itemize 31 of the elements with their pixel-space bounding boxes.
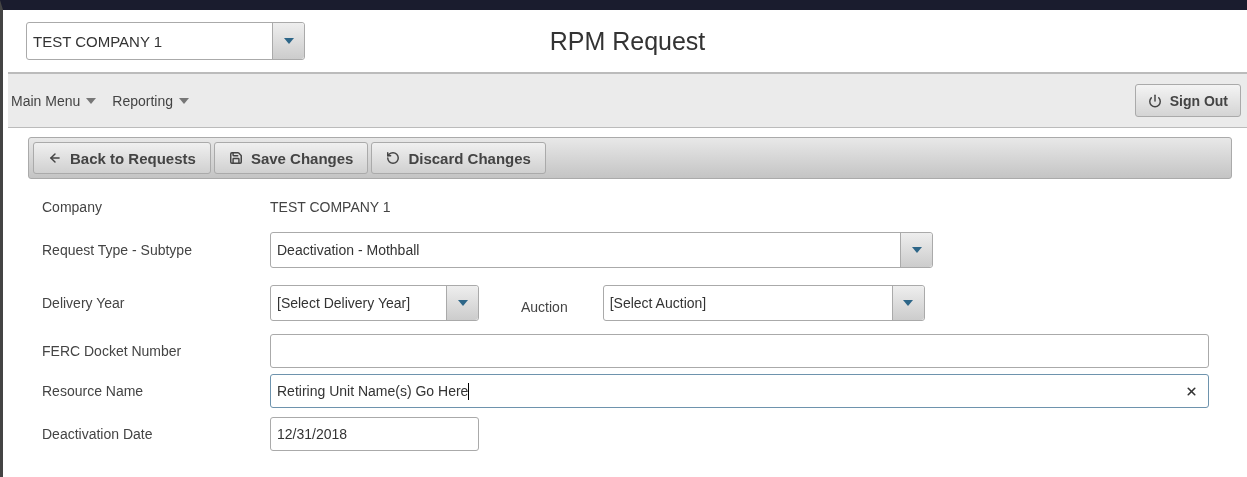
sign-out-button[interactable]: Sign Out — [1134, 84, 1241, 117]
save-button[interactable]: Save Changes — [213, 142, 369, 174]
select-field[interactable]: [Select Delivery Year] — [270, 285, 479, 321]
caret-icon — [911, 247, 922, 253]
field-label: Resource Name — [42, 383, 145, 399]
field-label: FERC Docket Number — [42, 343, 183, 359]
company-select[interactable]: TEST COMPANY 1 — [26, 22, 305, 60]
caret-icon — [283, 38, 294, 44]
select-field[interactable]: [Select Auction] — [602, 285, 925, 321]
undo-icon — [386, 151, 401, 165]
field-value: TEST COMPANY 1 — [270, 199, 391, 215]
caret-icon — [903, 300, 914, 306]
nav-menu[interactable]: Reporting — [112, 92, 189, 109]
input-field[interactable] — [270, 334, 1209, 368]
input-field[interactable]: Retiring Unit Name(s) Go Here — [270, 374, 1209, 408]
caret-icon — [457, 300, 468, 306]
clear-icon[interactable] — [1185, 384, 1198, 398]
nav-menu[interactable]: Main Menu — [11, 92, 97, 109]
field-label: Company — [42, 199, 103, 215]
power-icon — [1147, 93, 1162, 108]
select-field[interactable]: Deactivation - Mothball — [270, 232, 933, 268]
field-label: Auction — [521, 298, 568, 315]
field-label: Deactivation Date — [42, 426, 154, 442]
back-button[interactable]: Back to Requests — [33, 142, 211, 174]
page-title: RPM Request — [548, 26, 707, 56]
caret-icon — [178, 97, 189, 104]
field-label: Delivery Year — [42, 295, 126, 311]
date-field[interactable]: 12/31/2018 — [270, 417, 479, 451]
discard-button[interactable]: Discard Changes — [371, 142, 546, 174]
caret-icon — [86, 97, 97, 104]
field-label: Request Type - Subtype — [42, 242, 193, 258]
